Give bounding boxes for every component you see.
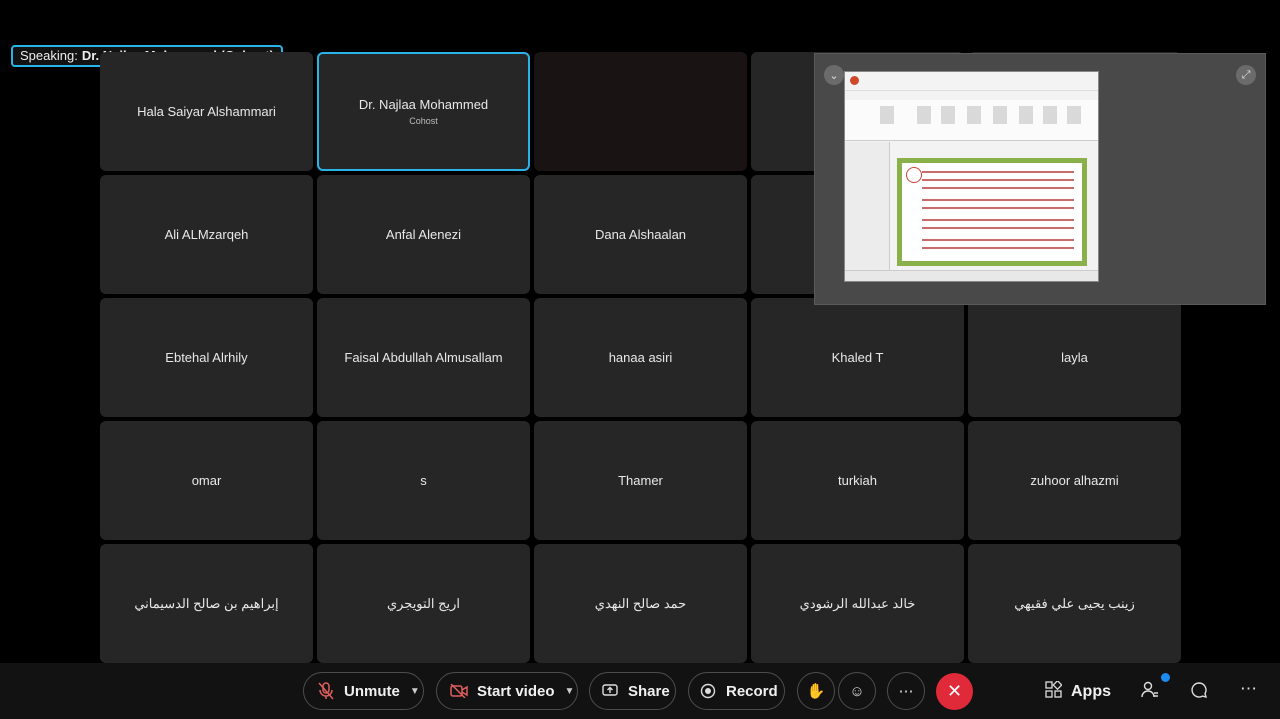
emoji-icon: ☺ bbox=[849, 682, 865, 700]
participant-tile[interactable]: turkiah bbox=[751, 421, 964, 540]
participant-name: اريج التويجري bbox=[386, 595, 461, 611]
preview-ribbon-tabs bbox=[845, 91, 1098, 100]
participant-tile[interactable]: hanaa asiri bbox=[534, 298, 747, 417]
apps-grid-icon bbox=[1045, 679, 1063, 703]
participant-name: Faisal Abdullah Almusallam bbox=[344, 350, 503, 365]
participant-name: Khaled T bbox=[831, 350, 884, 365]
chat-icon[interactable] bbox=[1190, 681, 1208, 704]
share-label: Share bbox=[628, 682, 670, 700]
participant-tile[interactable]: زينب يحيى علي فقيهي bbox=[968, 544, 1181, 663]
reactions-button[interactable]: ☺ bbox=[838, 672, 876, 710]
participant-name: hanaa asiri bbox=[608, 350, 673, 365]
raise-hand-icon: ✋ bbox=[806, 683, 826, 700]
raise-hand-button[interactable]: ✋ bbox=[797, 672, 835, 710]
record-icon bbox=[698, 683, 718, 699]
notification-badge bbox=[1161, 673, 1170, 682]
participant-role: Cohost bbox=[409, 116, 438, 126]
start-video-button[interactable]: Start video ▼ bbox=[436, 672, 578, 710]
participant-name: Ebtehal Alrhily bbox=[165, 350, 248, 365]
powerpoint-logo-icon bbox=[850, 76, 859, 85]
participants-icon[interactable] bbox=[1141, 681, 1159, 704]
share-button[interactable]: Share bbox=[589, 672, 676, 710]
preview-ribbon bbox=[845, 100, 1098, 141]
slide-stamp-icon bbox=[906, 167, 922, 183]
participant-tile[interactable]: omar bbox=[100, 421, 313, 540]
participant-tile[interactable]: Ebtehal Alrhily bbox=[100, 298, 313, 417]
participant-tile[interactable]: Khaled T bbox=[751, 298, 964, 417]
participant-tile[interactable]: خالد عبدالله الرشودي bbox=[751, 544, 964, 663]
participant-tile[interactable] bbox=[534, 52, 747, 171]
participant-name: turkiah bbox=[837, 473, 878, 488]
participant-tile[interactable]: Hala Saiyar Alshammari bbox=[100, 52, 313, 171]
more-options-button[interactable]: ⋯ bbox=[887, 672, 925, 710]
participant-tile[interactable]: s bbox=[317, 421, 530, 540]
meeting-controls-bar: Unmute ▼ Start video ▼ Share Record ✋ ☺ … bbox=[0, 663, 1280, 719]
preview-slide bbox=[897, 158, 1087, 266]
microphone-muted-icon bbox=[316, 682, 336, 700]
end-call-button[interactable]: ✕ bbox=[936, 673, 973, 710]
participant-tile[interactable]: حمد صالح النهدي bbox=[534, 544, 747, 663]
speaking-label: Speaking: bbox=[20, 48, 78, 63]
participant-name: Dr. Najlaa Mohammed bbox=[358, 97, 489, 112]
shared-screen-preview bbox=[844, 71, 1099, 282]
participant-name: Anfal Alenezi bbox=[385, 227, 462, 242]
apps-label: Apps bbox=[1071, 683, 1111, 700]
participant-tile[interactable]: layla bbox=[968, 298, 1181, 417]
participant-name: Hala Saiyar Alshammari bbox=[137, 104, 276, 119]
unmute-button[interactable]: Unmute ▼ bbox=[303, 672, 424, 710]
shared-content-panel[interactable]: ⌄ ⤢ bbox=[814, 53, 1266, 305]
participant-name: Thamer bbox=[618, 473, 663, 488]
more-icon: ⋯ bbox=[898, 683, 914, 700]
unmute-label: Unmute bbox=[344, 682, 400, 700]
participant-tile[interactable]: zuhoor alhazmi bbox=[968, 421, 1181, 540]
preview-slide-thumbnails bbox=[845, 142, 890, 270]
participant-name: إبراهيم بن صالح الدسيماني bbox=[134, 595, 279, 611]
share-screen-icon bbox=[600, 684, 620, 698]
participant-name: layla bbox=[1061, 350, 1088, 365]
participant-name: omar bbox=[191, 473, 222, 488]
expand-icon[interactable]: ⤢ bbox=[1236, 65, 1256, 85]
start-video-label: Start video bbox=[477, 682, 555, 700]
participant-tile[interactable]: Dr. Najlaa Mohammed Cohost bbox=[317, 52, 530, 171]
participant-tile[interactable]: إبراهيم بن صالح الدسيماني bbox=[100, 544, 313, 663]
video-off-icon bbox=[449, 684, 469, 698]
overflow-menu-icon[interactable]: ⋯ bbox=[1240, 679, 1257, 699]
participant-name: Dana Alshaalan bbox=[594, 227, 687, 242]
participant-name: zuhoor alhazmi bbox=[1030, 473, 1119, 488]
participant-tile[interactable]: Dana Alshaalan bbox=[534, 175, 747, 294]
preview-titlebar bbox=[845, 72, 1098, 91]
participant-tile[interactable]: Ali ALMzarqeh bbox=[100, 175, 313, 294]
participant-tile[interactable]: Anfal Alenezi bbox=[317, 175, 530, 294]
chevron-down-icon[interactable]: ▼ bbox=[410, 686, 420, 697]
participant-tile[interactable]: Thamer bbox=[534, 421, 747, 540]
participant-name: زينب يحيى علي فقيهي bbox=[1014, 595, 1135, 611]
participant-name: s bbox=[420, 473, 427, 488]
participant-name: Ali ALMzarqeh bbox=[164, 227, 249, 242]
participant-name: حمد صالح النهدي bbox=[594, 595, 687, 611]
collapse-icon[interactable]: ⌄ bbox=[824, 65, 844, 85]
preview-statusbar bbox=[845, 270, 1098, 281]
close-icon: ✕ bbox=[946, 681, 963, 701]
chevron-down-icon[interactable]: ▼ bbox=[565, 686, 575, 697]
participant-tile[interactable]: اريج التويجري bbox=[317, 544, 530, 663]
participant-tile[interactable]: Faisal Abdullah Almusallam bbox=[317, 298, 530, 417]
record-button[interactable]: Record bbox=[688, 672, 785, 710]
record-label: Record bbox=[726, 682, 778, 700]
apps-button[interactable]: Apps bbox=[1045, 679, 1111, 703]
participant-name: خالد عبدالله الرشودي bbox=[799, 595, 916, 611]
